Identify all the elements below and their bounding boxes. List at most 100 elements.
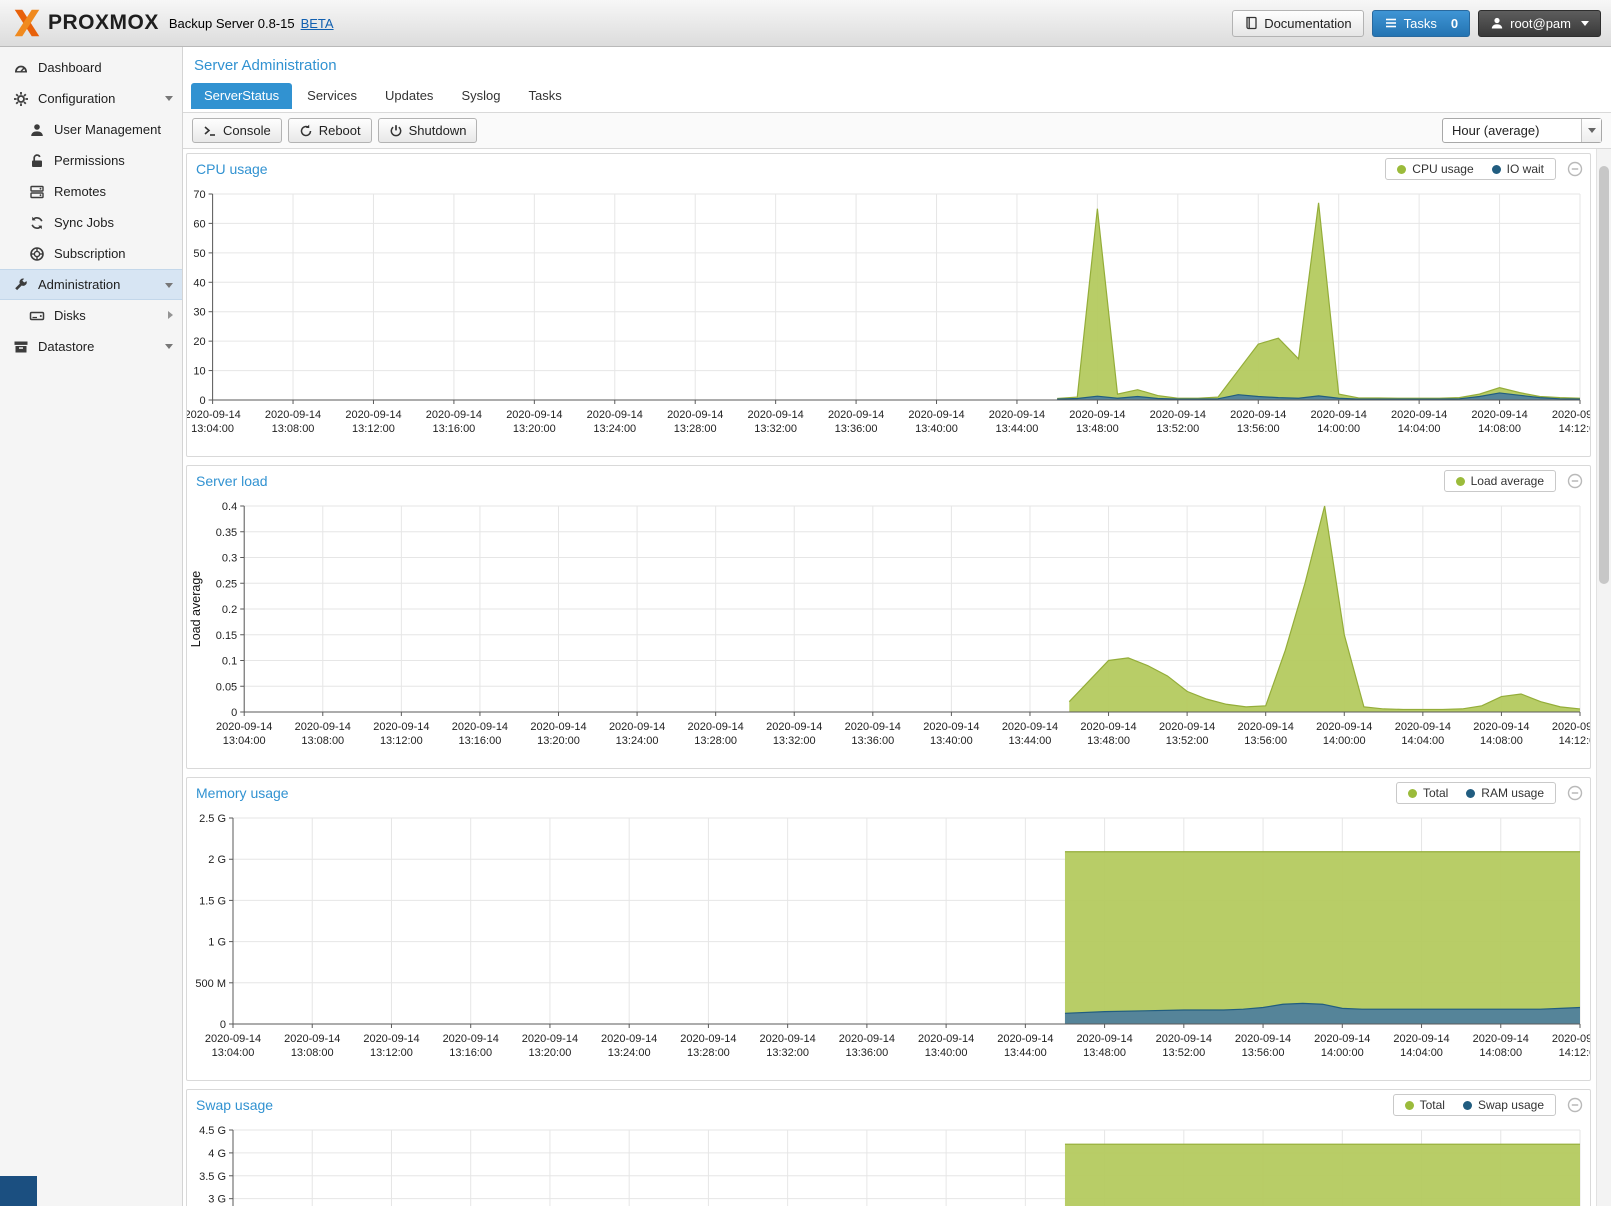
svg-text:2.5 G: 2.5 G: [199, 813, 226, 825]
sidebar-item-configuration[interactable]: Configuration: [0, 83, 182, 114]
svg-text:13:40:00: 13:40:00: [925, 1047, 968, 1059]
svg-text:13:40:00: 13:40:00: [930, 735, 973, 747]
chart-canvas: 00.050.10.150.20.250.30.350.42020-09-141…: [187, 496, 1590, 764]
chart-legend: Load average: [1444, 470, 1556, 492]
sidebar-item-administration[interactable]: Administration: [0, 269, 182, 300]
sidebar-item-dashboard[interactable]: Dashboard: [0, 52, 182, 83]
beta-link[interactable]: BETA: [301, 16, 334, 31]
svg-text:2020-09-14: 2020-09-14: [667, 409, 723, 421]
svg-text:2020-09-14: 2020-09-14: [452, 721, 508, 733]
sidebar-item-user-management[interactable]: User Management: [0, 114, 182, 145]
legend-item-cpu-usage: CPU usage: [1397, 162, 1473, 176]
svg-text:2020-09-14: 2020-09-14: [845, 721, 901, 733]
sidebar-item-datastore[interactable]: Datastore: [0, 331, 182, 362]
svg-text:2020-09-14: 2020-09-14: [265, 409, 321, 421]
svg-text:2020-09-14: 2020-09-14: [1473, 1033, 1529, 1045]
svg-text:2020-09-14: 2020-09-14: [345, 409, 401, 421]
unlock-icon: [29, 153, 45, 169]
sidebar-item-subscription[interactable]: Subscription: [0, 238, 182, 269]
collapse-panel-icon[interactable]: [1567, 785, 1583, 801]
svg-text:13:24:00: 13:24:00: [616, 735, 659, 747]
chevron-down-icon[interactable]: [165, 344, 173, 349]
chart-canvas: 0500 M1 G1.5 G2 G2.5 G2020-09-1413:04:00…: [187, 808, 1590, 1076]
svg-text:14:00:00: 14:00:00: [1321, 1047, 1364, 1059]
documentation-label: Documentation: [1264, 16, 1351, 31]
tab-tasks[interactable]: Tasks: [515, 83, 574, 109]
tab-syslog[interactable]: Syslog: [448, 83, 513, 109]
svg-text:0.25: 0.25: [216, 578, 237, 590]
shutdown-label: Shutdown: [409, 123, 467, 138]
svg-text:2020-09-14: 2020-09-14: [1235, 1033, 1291, 1045]
svg-text:30: 30: [193, 307, 205, 319]
user-menu-button[interactable]: root@pam: [1478, 10, 1601, 37]
reboot-button[interactable]: Reboot: [288, 118, 372, 143]
sidebar-item-disks[interactable]: Disks: [0, 300, 182, 331]
vertical-scrollbar[interactable]: [1596, 149, 1611, 1206]
collapse-panel-icon[interactable]: [1567, 1097, 1583, 1113]
legend-item-total: Total: [1405, 1098, 1445, 1112]
svg-text:13:08:00: 13:08:00: [291, 1047, 334, 1059]
chart-panel-header: CPU usage CPU usageIO wait: [187, 154, 1590, 184]
svg-text:2020-09-14: 2020-09-14: [363, 1033, 419, 1045]
scrollbar-thumb[interactable]: [1599, 166, 1609, 584]
svg-text:2020-09-14: 2020-09-14: [1002, 721, 1058, 733]
svg-text:2020-09-14: 2020-09-14: [1069, 409, 1125, 421]
user-icon: [1490, 16, 1504, 30]
chevron-right-icon[interactable]: [168, 311, 173, 319]
tab-serverstatus[interactable]: ServerStatus: [191, 83, 292, 109]
console-button[interactable]: Console: [192, 118, 282, 143]
sidebar-item-permissions[interactable]: Permissions: [0, 145, 182, 176]
datastore-icon: [13, 339, 29, 355]
svg-text:13:56:00: 13:56:00: [1244, 735, 1287, 747]
svg-text:2020-09-14: 2020-09-14: [216, 721, 272, 733]
svg-text:2020-09-14: 2020-09-14: [748, 409, 804, 421]
collapse-panel-icon[interactable]: [1567, 473, 1583, 489]
svg-text:2020-09-14: 2020-09-14: [1391, 409, 1447, 421]
collapse-panel-icon[interactable]: [1567, 161, 1583, 177]
page-title: Server Administration: [183, 47, 1611, 81]
tasks-count-badge: 0: [1451, 16, 1458, 31]
chevron-down-icon[interactable]: [165, 283, 173, 288]
chart-panel-header: Memory usage TotalRAM usage: [187, 778, 1590, 808]
remotes-icon: [29, 184, 45, 200]
svg-text:2020-09-14: 2020-09-14: [609, 721, 665, 733]
svg-text:0: 0: [220, 1019, 226, 1031]
wrench-icon: [13, 277, 29, 293]
svg-text:2020-09-14: 2020-09-14: [1393, 1033, 1449, 1045]
tab-services[interactable]: Services: [294, 83, 370, 109]
svg-text:2020-09-14: 2020-09-14: [839, 1033, 895, 1045]
chart-plot: 0500 M1 G1.5 G2 G2.5 G2020-09-1413:04:00…: [187, 808, 1590, 1076]
svg-text:2020-09-14: 2020-09-14: [530, 721, 586, 733]
legend-dot: [1405, 1101, 1414, 1110]
sidebar-item-sync-jobs[interactable]: Sync Jobs: [0, 207, 182, 238]
documentation-button[interactable]: Documentation: [1232, 10, 1363, 37]
user-icon: [29, 122, 45, 138]
svg-text:14:00:00: 14:00:00: [1323, 735, 1366, 747]
tasks-button[interactable]: Tasks 0: [1372, 10, 1470, 37]
svg-text:2020-09-14: 2020-09-14: [1314, 1033, 1370, 1045]
svg-text:14:00:00: 14:00:00: [1317, 423, 1360, 435]
svg-text:2020-09-14: 2020-09-14: [688, 721, 744, 733]
svg-text:13:24:00: 13:24:00: [593, 423, 636, 435]
svg-text:13:52:00: 13:52:00: [1166, 735, 1209, 747]
chart-panel-memory-usage: Memory usage TotalRAM usage 0500 M1 G1.5…: [186, 777, 1591, 1081]
chevron-down-icon[interactable]: [165, 96, 173, 101]
svg-text:14:04:00: 14:04:00: [1400, 1047, 1443, 1059]
svg-text:2020-09-14: 2020-09-14: [766, 721, 822, 733]
tab-updates[interactable]: Updates: [372, 83, 446, 109]
disks-icon: [29, 308, 45, 324]
svg-text:13:04:00: 13:04:00: [223, 735, 266, 747]
tasks-label: Tasks: [1404, 16, 1437, 31]
gears-icon: [13, 91, 29, 107]
power-icon: [389, 124, 403, 138]
svg-text:13:20:00: 13:20:00: [513, 423, 556, 435]
timeframe-select[interactable]: Hour (average): [1442, 118, 1602, 143]
sidebar-item-remotes[interactable]: Remotes: [0, 176, 182, 207]
svg-text:500 M: 500 M: [195, 978, 226, 990]
svg-text:14:12:00: 14:12:00: [1559, 735, 1590, 747]
svg-text:13:20:00: 13:20:00: [529, 1047, 572, 1059]
select-trigger-icon[interactable]: [1581, 119, 1601, 142]
svg-text:13:48:00: 13:48:00: [1076, 423, 1119, 435]
console-label: Console: [223, 123, 271, 138]
shutdown-button[interactable]: Shutdown: [378, 118, 478, 143]
